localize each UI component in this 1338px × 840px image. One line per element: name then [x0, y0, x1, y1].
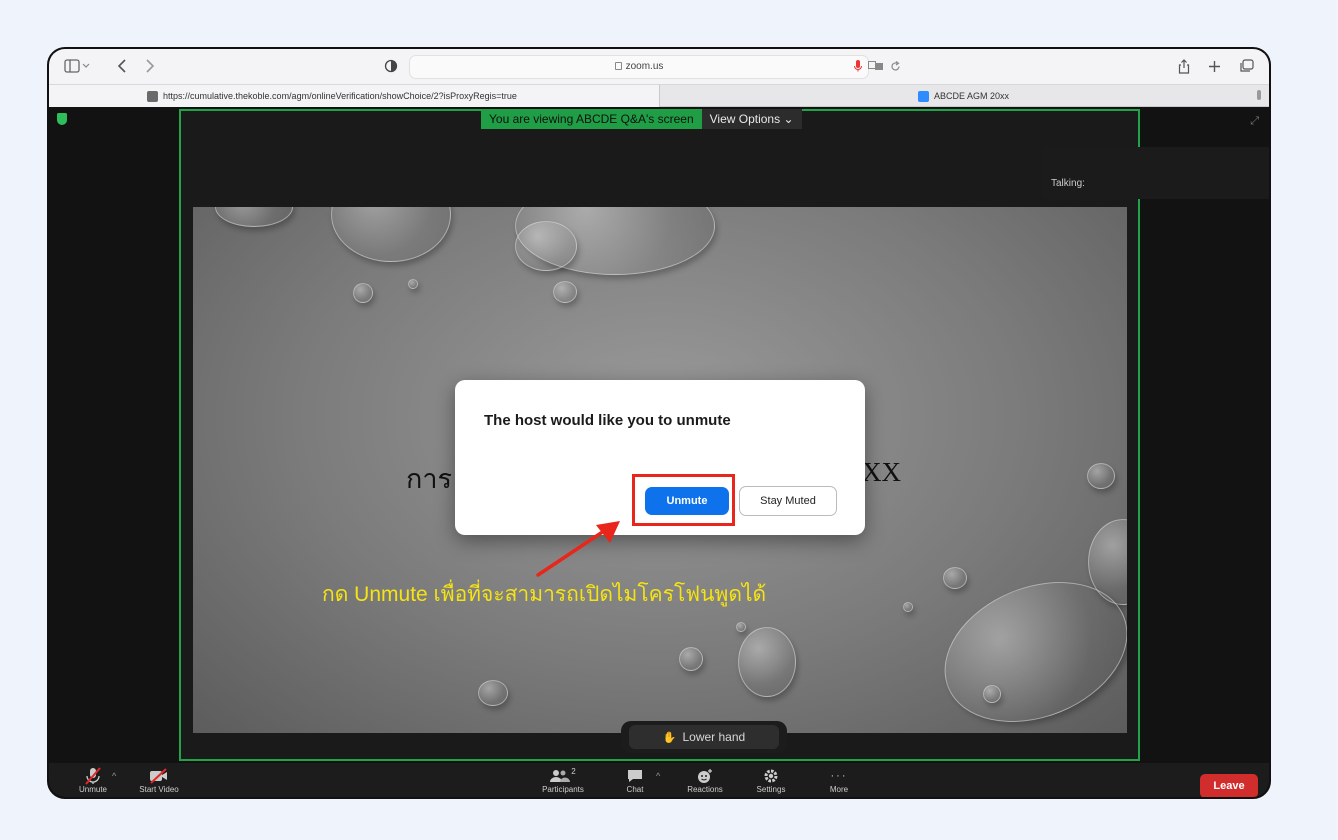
annotation-arrow-icon	[536, 521, 620, 577]
water-drop	[515, 221, 577, 271]
water-drop	[353, 283, 373, 303]
settings-icon	[763, 767, 779, 785]
browser-toolbar: zoom.us	[49, 49, 1269, 85]
tab-mic-icon	[1257, 90, 1261, 100]
chevron-down-icon: ⌄	[783, 112, 794, 126]
caret-up-icon[interactable]: ^	[112, 771, 116, 781]
back-icon[interactable]	[115, 57, 129, 75]
tab-title: https://cumulative.thekoble.com/agm/onli…	[163, 91, 517, 101]
site-favicon-icon	[147, 90, 158, 102]
reactions-control[interactable]: Reactions	[675, 767, 735, 794]
water-drop	[1087, 463, 1115, 489]
stay-muted-button[interactable]: Stay Muted	[739, 486, 837, 516]
video-off-icon	[149, 767, 169, 785]
view-options-button[interactable]: View Options ⌄	[701, 109, 802, 129]
security-shield-icon[interactable]	[57, 113, 67, 125]
lower-hand-label: Lower hand	[682, 730, 746, 744]
leave-button[interactable]: Leave	[1200, 774, 1258, 797]
mic-icon[interactable]	[852, 57, 864, 75]
raised-hand-icon: ✋	[662, 731, 677, 744]
reload-icon[interactable]	[889, 57, 901, 75]
chat-icon	[627, 767, 643, 785]
reactions-icon	[697, 767, 713, 785]
tabs-overview-icon[interactable]	[1237, 57, 1255, 75]
reactions-label: Reactions	[687, 785, 723, 794]
start-video-label: Start Video	[139, 785, 179, 794]
unmute-label: Unmute	[78, 785, 107, 794]
settings-label: Settings	[756, 785, 786, 794]
more-label: More	[829, 785, 849, 794]
water-drop	[736, 622, 746, 632]
lower-hand-button[interactable]: ✋ Lower hand	[629, 725, 779, 749]
unmute-highlight-box	[632, 474, 735, 526]
caret-up-icon[interactable]: ^	[656, 771, 660, 781]
water-drop	[738, 627, 796, 697]
talking-label: Talking:	[1051, 178, 1085, 189]
annotation-caption: กด Unmute เพื่อที่จะสามารถเปิดไมโครโฟนพู…	[322, 583, 767, 606]
water-drop	[331, 207, 451, 262]
share-banner-text: You are viewing ABCDE Q&A's screen	[481, 109, 702, 129]
privacy-icon[interactable]	[384, 57, 398, 75]
water-drop	[679, 647, 703, 671]
water-drop	[903, 602, 913, 612]
expand-icon[interactable]: ⤢	[1250, 115, 1259, 128]
forward-icon[interactable]	[143, 57, 157, 75]
start-video-control[interactable]: Start Video	[129, 767, 189, 794]
participants-control[interactable]: 2 Participants	[533, 767, 593, 794]
address-host: zoom.us	[625, 61, 664, 72]
share-banner: You are viewing ABCDE Q&A's screen View …	[481, 109, 802, 129]
lower-hand-panel: ✋ Lower hand	[621, 721, 787, 753]
zoom-favicon-icon	[918, 90, 929, 102]
talking-indicator: Talking:	[1041, 147, 1269, 199]
water-drop	[983, 685, 1001, 703]
participants-label: Participants	[542, 785, 584, 794]
more-control[interactable]: ··· More	[809, 767, 869, 794]
mic-muted-icon	[85, 767, 101, 785]
translate-icon[interactable]	[867, 57, 885, 75]
water-drop	[553, 281, 577, 303]
more-icon: ···	[830, 770, 848, 782]
tab-zoom-meeting[interactable]: ABCDE AGM 20xx	[660, 85, 1269, 107]
participants-icon: 2	[550, 767, 576, 785]
settings-control[interactable]: Settings	[741, 767, 801, 794]
slide-text-right: XX	[862, 457, 901, 487]
address-bar[interactable]: zoom.us	[409, 55, 869, 79]
lock-icon	[614, 62, 622, 70]
participants-count-badge: 2	[571, 767, 576, 776]
slide-text-left: การ	[406, 464, 453, 494]
tab-title: ABCDE AGM 20xx	[934, 91, 1010, 101]
share-icon[interactable]	[1176, 57, 1192, 75]
chat-label: Chat	[626, 785, 644, 794]
sidebar-icon[interactable]	[63, 57, 91, 75]
dialog-title: The host would like you to unmute	[484, 412, 731, 429]
water-drop	[943, 567, 967, 589]
view-options-label: View Options	[709, 112, 781, 126]
water-drop	[408, 279, 418, 289]
water-drop	[215, 207, 293, 227]
meeting-controls: Unmute ^ Start Video 2 Participants Chat…	[49, 763, 1269, 797]
tab-strip: https://cumulative.thekoble.com/agm/onli…	[49, 85, 1269, 107]
tab-verification[interactable]: https://cumulative.thekoble.com/agm/onli…	[49, 85, 660, 107]
water-drop	[478, 680, 508, 706]
new-tab-icon[interactable]	[1206, 57, 1222, 75]
